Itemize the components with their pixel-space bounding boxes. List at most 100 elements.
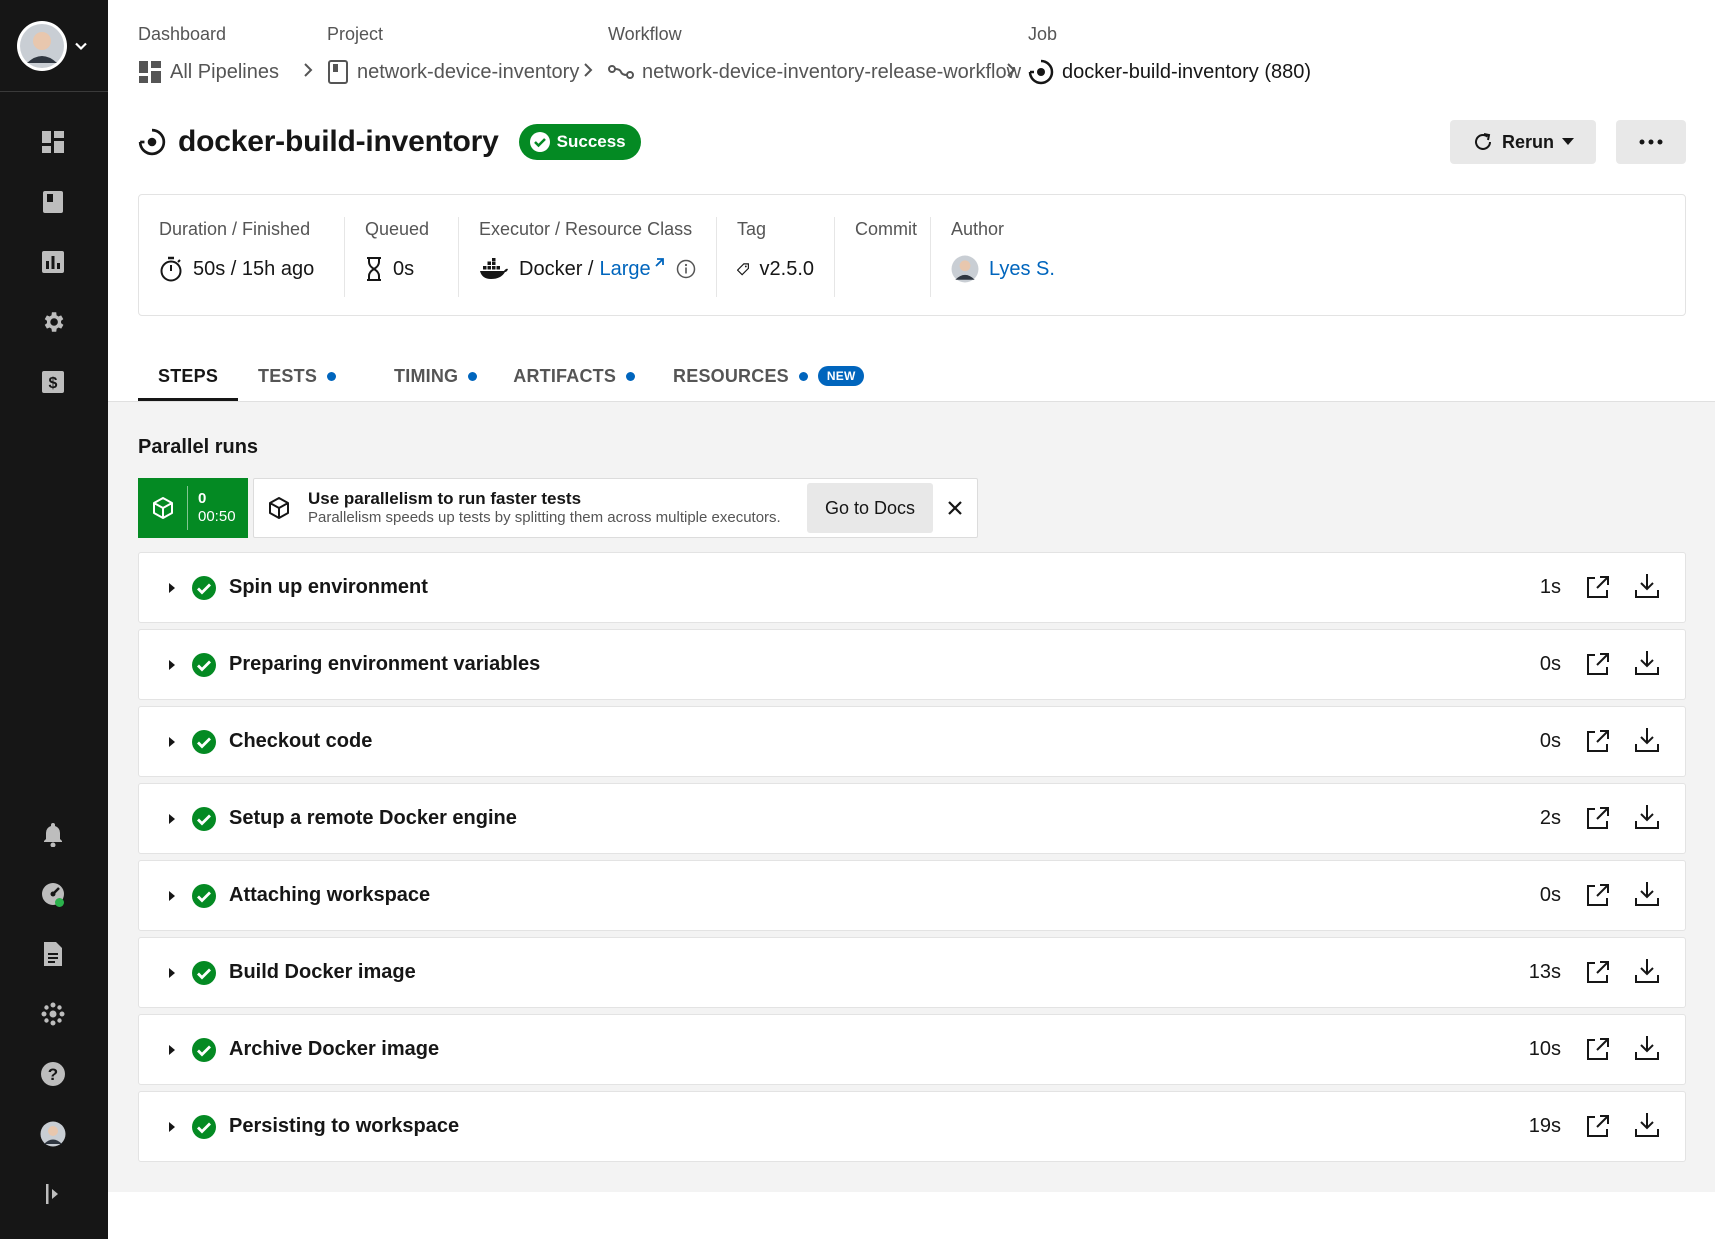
step-name: Archive Docker image [229,1038,440,1060]
tab-indicator-dot [798,371,808,381]
rerun-button[interactable]: Rerun [1450,120,1596,164]
download-icon[interactable] [1633,572,1661,600]
close-icon[interactable] [941,494,969,522]
job-icon [138,128,166,156]
breadcrumb-label: Dashboard [138,24,227,44]
external-link-icon [654,258,664,267]
go-to-docs-button[interactable]: Go to Docs [807,483,933,533]
open-in-new-icon[interactable] [1585,728,1611,754]
download-icon[interactable] [1633,803,1661,831]
insights-nav-icon[interactable] [34,243,72,281]
tab-label: ARTIFACTS [513,365,617,386]
dashboard-nav-icon[interactable] [34,123,72,161]
more-icon [1639,139,1663,145]
status-online-dot [55,898,64,907]
author-avatar [951,255,979,283]
tab-steps[interactable]: STEPS [138,350,239,402]
step-row[interactable]: Spin up environment 1s [138,552,1686,623]
tag-icon [737,263,749,276]
tab-artifacts[interactable]: ARTIFACTS [497,350,655,402]
plan-nav-icon[interactable]: $ [34,363,72,401]
check-circle-icon [192,575,216,600]
breadcrumb-dashboard[interactable]: Dashboard All Pipelines [138,22,279,86]
step-duration: 10s [1528,1038,1561,1060]
expand-caret-icon[interactable] [159,1044,185,1056]
open-in-new-icon[interactable] [1585,651,1611,677]
main-content: Dashboard All Pipelines Project network-… [108,0,1715,1239]
info-icon[interactable] [676,259,696,279]
step-name: Preparing environment variables [229,653,541,675]
step-row[interactable]: Preparing environment variables 0s [138,629,1686,700]
executor-label: Executor / Resource Class [479,219,693,239]
expand-sidebar-icon[interactable] [34,1175,72,1213]
parallelism-banner: Use parallelism to run faster tests Para… [253,478,978,538]
step-row[interactable]: Persisting to workspace 19s [138,1091,1686,1162]
sidebar: $ ? [0,0,108,1239]
open-in-new-icon[interactable] [1585,805,1611,831]
breadcrumb-workflow[interactable]: Workflow network-device-inventory-releas… [608,22,1021,86]
download-icon[interactable] [1633,880,1661,908]
parallel-run-0[interactable]: 0 00:50 [138,478,248,538]
expand-caret-icon[interactable] [159,1121,185,1133]
settings-nav-icon[interactable] [34,303,72,341]
expand-caret-icon[interactable] [159,659,185,671]
tab-label: STEPS [158,365,219,386]
step-row[interactable]: Setup a remote Docker engine 2s [138,783,1686,854]
more-actions-button[interactable] [1616,120,1686,164]
help-icon[interactable]: ? [34,1055,72,1093]
status-icon[interactable] [34,875,72,913]
check-circle-icon [192,806,216,831]
open-in-new-icon[interactable] [1585,882,1611,908]
step-duration: 0s [1539,653,1561,675]
box-icon [152,497,173,519]
step-duration: 19s [1528,1115,1561,1137]
expand-caret-icon[interactable] [159,967,185,979]
expand-caret-icon[interactable] [159,582,185,594]
community-nav-icon[interactable] [34,995,72,1033]
docs-nav-icon[interactable] [34,935,72,973]
check-circle-icon [192,729,216,754]
open-in-new-icon[interactable] [1585,1036,1611,1062]
open-in-new-icon[interactable] [1585,959,1611,985]
executor-value: Docker / [519,257,594,280]
breadcrumb-project[interactable]: Project network-device-inventory [327,22,579,86]
open-in-new-icon[interactable] [1585,1113,1611,1139]
tab-resources[interactable]: RESOURCES NEW [655,350,884,402]
commit-section: Commit [835,217,931,297]
tab-timing[interactable]: TIMING [374,350,497,402]
expand-caret-icon[interactable] [159,736,185,748]
job-details-panel: Duration / Finished 50s / 15h ago Queued… [138,194,1686,316]
download-icon[interactable] [1633,1034,1661,1062]
download-icon[interactable] [1633,649,1661,677]
run-time: 00:50 [198,508,236,525]
stopwatch-icon [160,256,182,282]
download-icon[interactable] [1633,957,1661,985]
tab-indicator-dot [327,371,337,381]
step-duration: 1s [1539,576,1561,598]
step-name: Checkout code [229,730,373,752]
download-icon[interactable] [1633,1111,1661,1139]
projects-nav-icon[interactable] [34,183,72,221]
download-icon[interactable] [1633,726,1661,754]
step-row[interactable]: Checkout code 0s [138,706,1686,777]
resource-class-link[interactable]: Large [599,258,650,281]
notifications-icon[interactable] [34,815,72,853]
step-row[interactable]: Attaching workspace 0s [138,860,1686,931]
author-link[interactable]: Lyes S. [989,258,1055,281]
breadcrumb-text: network-device-inventory-release-workflo… [642,60,1022,83]
tab-label: RESOURCES [673,365,789,386]
chevron-right-icon [304,63,313,77]
banner-title: Use parallelism to run faster tests [308,489,582,508]
user-menu[interactable] [0,0,108,92]
step-row[interactable]: Build Docker image 13s [138,937,1686,1008]
breadcrumb-text: All Pipelines [170,60,279,83]
chevron-right-icon [1007,63,1016,77]
duration-value: 50s / 15h ago [193,257,315,280]
breadcrumb-label: Job [1028,24,1058,44]
step-row[interactable]: Archive Docker image 10s [138,1014,1686,1085]
expand-caret-icon[interactable] [159,890,185,902]
expand-caret-icon[interactable] [159,813,185,825]
tab-tests[interactable]: TESTS [238,350,374,402]
open-in-new-icon[interactable] [1585,574,1611,600]
profile-avatar[interactable] [34,1115,72,1153]
